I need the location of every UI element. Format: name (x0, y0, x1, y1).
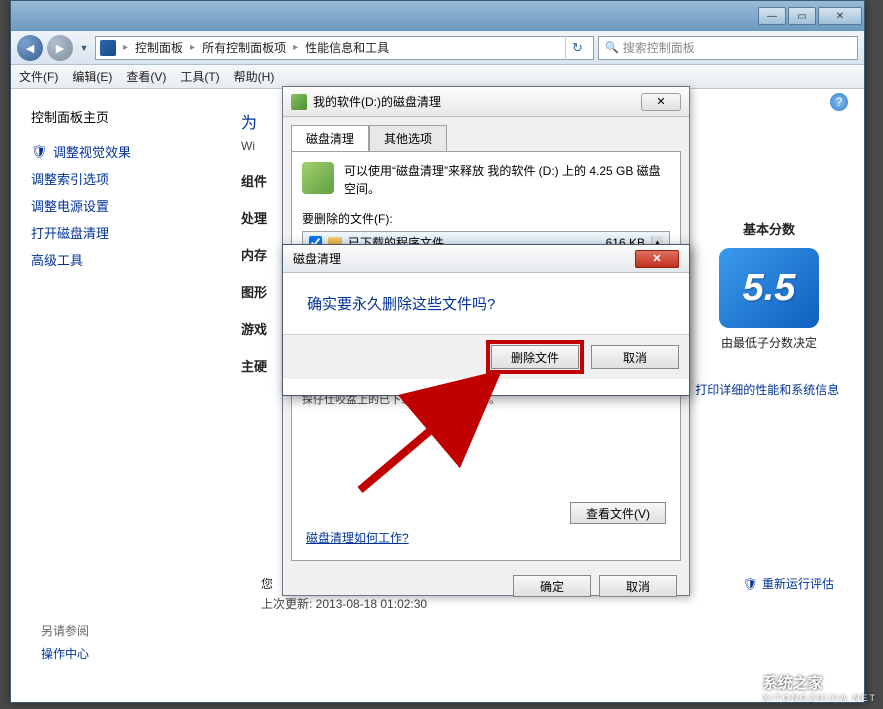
disk-cleanup-info-text: 可以使用“磁盘清理”来释放 我的软件 (D:) 上的 4.25 GB 磁盘空间。 (344, 162, 670, 198)
sidebar-home[interactable]: 控制面板主页 (31, 103, 201, 138)
sidebar-disk-cleanup[interactable]: 打开磁盘清理 (31, 219, 201, 246)
watermark: 系统之家 XITONGZHIJIA.NET (725, 672, 877, 703)
confirm-delete-dialog: 磁盘清理 ✕ 确实要永久删除这些文件吗? 删除文件 取消 (282, 244, 690, 396)
sidebar-indexing[interactable]: 调整索引选项 (31, 165, 201, 192)
window-titlebar: — ▭ ✕ (11, 1, 864, 31)
score-header: 基本分数 (704, 219, 834, 238)
menu-file[interactable]: 文件(F) (19, 68, 58, 85)
watermark-logo-icon (725, 674, 757, 702)
menu-edit[interactable]: 编辑(E) (72, 68, 112, 85)
nav-forward-button[interactable]: ► (47, 35, 73, 61)
sidebar-visual-effects[interactable]: 🛡 调整视觉效果 (31, 138, 201, 165)
disk-cleanup-info: 可以使用“磁盘清理”来释放 我的软件 (D:) 上的 4.25 GB 磁盘空间。 (302, 162, 670, 198)
how-it-works-link[interactable]: 磁盘清理如何工作? (306, 529, 409, 546)
breadcrumb-part-1[interactable]: 控制面板 (135, 39, 183, 56)
sidebar-label: 调整索引选项 (31, 169, 109, 188)
sidebar-see-also: 另请参阅 操作中心 (41, 622, 89, 662)
close-button[interactable]: ✕ (818, 7, 862, 25)
tab-other-options[interactable]: 其他选项 (369, 125, 447, 151)
base-score: 5.5 (719, 248, 819, 328)
disk-cleanup-buttons: 确定 取消 (283, 569, 689, 603)
info-line: 您 (261, 575, 273, 592)
navigation-bar: ◄ ► ▼ ▸ 控制面板 ▸ 所有控制面板项 ▸ 性能信息和工具 ↻ 搜索控制面… (11, 31, 864, 65)
breadcrumb-sep: ▸ (120, 42, 131, 53)
nav-history-dropdown[interactable]: ▼ (77, 35, 91, 61)
search-input[interactable]: 搜索控制面板 (598, 36, 858, 60)
confirm-footer: 删除文件 取消 (283, 334, 689, 379)
confirm-titlebar: 磁盘清理 ✕ (283, 245, 689, 273)
disk-cleanup-title: 我的软件(D:)的磁盘清理 (313, 93, 441, 110)
files-to-delete-label: 要删除的文件(F): (302, 210, 670, 227)
action-center-link[interactable]: 操作中心 (41, 647, 89, 661)
disk-cleanup-tabs: 磁盘清理 其他选项 (283, 117, 689, 151)
rerun-assessment-link[interactable]: 重新运行评估 (743, 575, 834, 592)
score-note: 由最低子分数决定 (704, 334, 834, 351)
see-also-header: 另请参阅 (41, 622, 89, 639)
sidebar-power[interactable]: 调整电源设置 (31, 192, 201, 219)
delete-files-button[interactable]: 删除文件 (491, 345, 579, 369)
nav-back-button[interactable]: ◄ (17, 35, 43, 61)
maximize-button[interactable]: ▭ (788, 7, 816, 25)
menu-tools[interactable]: 工具(T) (180, 68, 219, 85)
ok-button[interactable]: 确定 (513, 575, 591, 597)
disk-cleanup-titlebar: 我的软件(D:)的磁盘清理 ✕ (283, 87, 689, 117)
breadcrumb-sep: ▸ (290, 42, 301, 53)
print-details-link[interactable]: 打印详细的性能和系统信息 (676, 381, 834, 398)
disk-cleanup-icon (291, 94, 307, 110)
control-panel-icon (100, 40, 116, 56)
sidebar: 控制面板主页 🛡 调整视觉效果 调整索引选项 调整电源设置 打开磁盘清理 高级工具 (11, 89, 211, 702)
breadcrumb-sep: ▸ (187, 42, 198, 53)
shield-icon: 🛡 (31, 144, 47, 160)
sidebar-label: 调整电源设置 (31, 196, 109, 215)
confirm-message: 确实要永久删除这些文件吗? (283, 273, 689, 334)
help-icon[interactable]: ? (830, 93, 848, 111)
window-control-buttons: — ▭ ✕ (758, 7, 862, 25)
sidebar-label: 调整视觉效果 (53, 142, 131, 161)
breadcrumb-part-3[interactable]: 性能信息和工具 (305, 39, 389, 56)
minimize-button[interactable]: — (758, 7, 786, 25)
score-panel: 基本分数 5.5 由最低子分数决定 打印详细的性能和系统信息 (704, 219, 834, 398)
address-bar[interactable]: ▸ 控制面板 ▸ 所有控制面板项 ▸ 性能信息和工具 ↻ (95, 36, 594, 60)
breadcrumb-part-2[interactable]: 所有控制面板项 (202, 39, 286, 56)
cancel-button[interactable]: 取消 (599, 575, 677, 597)
watermark-name: 系统之家 (763, 675, 823, 692)
view-files-button[interactable]: 查看文件(V) (570, 502, 666, 524)
confirm-title: 磁盘清理 (293, 250, 341, 267)
drive-icon (302, 162, 334, 194)
confirm-cancel-button[interactable]: 取消 (591, 345, 679, 369)
tab-disk-cleanup[interactable]: 磁盘清理 (291, 125, 369, 151)
confirm-close-button[interactable]: ✕ (635, 250, 679, 268)
sidebar-label: 打开磁盘清理 (31, 223, 109, 242)
disk-cleanup-close-button[interactable]: ✕ (641, 93, 681, 111)
watermark-url: XITONGZHIJIA.NET (763, 693, 877, 703)
sidebar-label: 高级工具 (31, 250, 83, 269)
menu-help[interactable]: 帮助(H) (234, 68, 275, 85)
sidebar-advanced-tools[interactable]: 高级工具 (31, 246, 201, 273)
refresh-button[interactable]: ↻ (565, 36, 589, 60)
menu-view[interactable]: 查看(V) (126, 68, 166, 85)
